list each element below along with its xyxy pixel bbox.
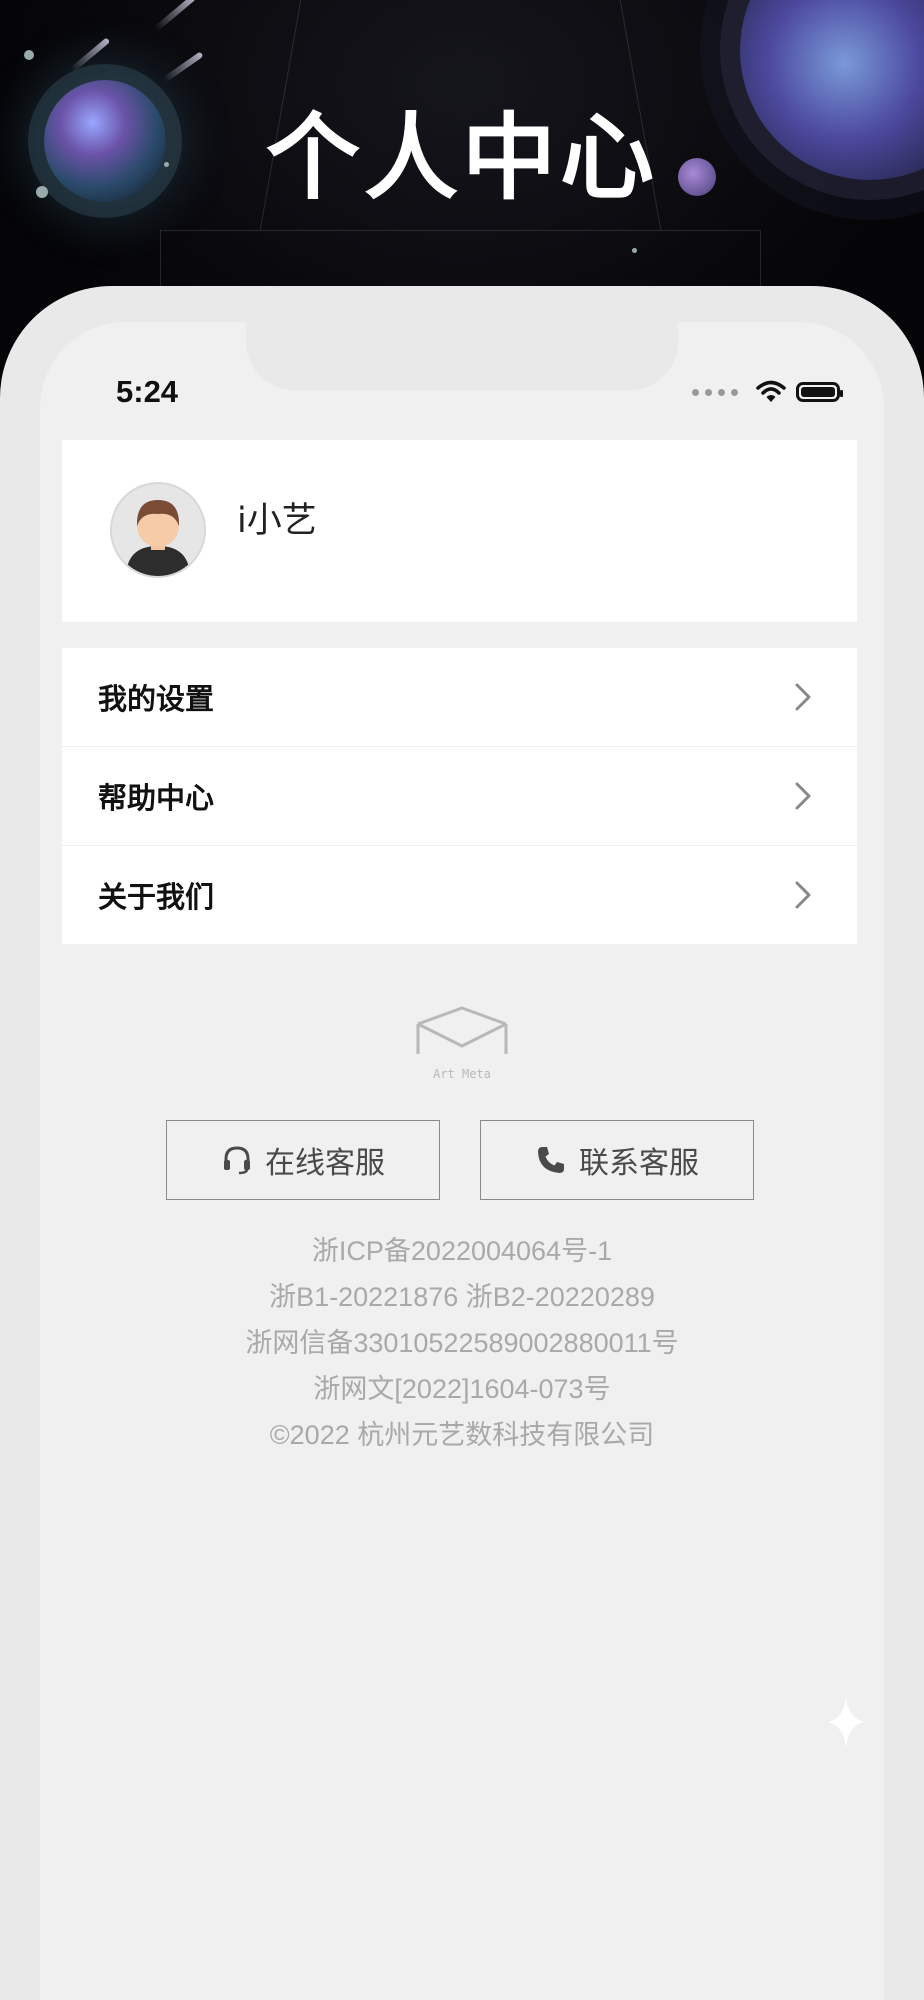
footer-copyright: ©2022 杭州元艺数科技有限公司 — [269, 1420, 655, 1450]
signal-dots-icon — [692, 388, 738, 396]
menu-list: 我的设置 帮助中心 关于我们 — [62, 648, 857, 944]
page-title: 个人中心 — [265, 104, 658, 213]
footer-network-filing: 浙网信备33010522589002880011号 — [245, 1328, 679, 1358]
phone-frame: 5:24 i小艺 我的设置 帮助中心 关于我们 Art Meta 在线客服 联系… — [0, 286, 924, 2000]
chevron-right-icon — [795, 881, 811, 909]
footer-info: 浙ICP备2022004064号-1 浙B1-20221876 浙B2-2022… — [40, 1228, 884, 1458]
menu-item-help-center[interactable]: 帮助中心 — [62, 747, 857, 846]
star — [24, 50, 34, 60]
status-icons — [692, 380, 843, 404]
wifi-icon — [756, 380, 786, 402]
contact-service-button[interactable]: 联系客服 — [480, 1120, 754, 1200]
menu-item-about-us[interactable]: 关于我们 — [62, 846, 857, 944]
sparkle-icon — [828, 1696, 864, 1748]
contact-service-label: 联系客服 — [579, 1146, 699, 1181]
phone-screen: 5:24 i小艺 我的设置 帮助中心 关于我们 Art Meta 在线客服 联系… — [40, 322, 884, 2000]
footer-icp: 浙ICP备2022004064号-1 — [311, 1236, 613, 1266]
art-meta-logo: Art Meta — [416, 1006, 508, 1081]
headset-icon — [224, 1146, 250, 1175]
battery-icon — [796, 382, 843, 402]
menu-item-label: 关于我们 — [98, 880, 215, 914]
footer-culture-license: 浙网文[2022]1604-073号 — [313, 1374, 611, 1404]
profile-card[interactable]: i小艺 — [62, 440, 857, 622]
username: i小艺 — [237, 501, 317, 541]
logo-text: Art Meta — [433, 1067, 491, 1081]
grid-line — [160, 230, 760, 231]
meteor — [69, 37, 111, 73]
meteor — [153, 0, 197, 32]
phone-notch — [246, 322, 678, 390]
footer-license: 浙B1-20221876 浙B2-20220289 — [269, 1282, 655, 1312]
phone-icon — [538, 1147, 564, 1173]
menu-item-label: 我的设置 — [98, 682, 215, 716]
menu-item-settings[interactable]: 我的设置 — [62, 648, 857, 747]
star — [632, 248, 637, 253]
avatar-image — [126, 500, 190, 576]
online-service-label: 在线客服 — [265, 1146, 385, 1181]
chevron-right-icon — [795, 782, 811, 810]
chevron-right-icon — [795, 683, 811, 711]
menu-item-label: 帮助中心 — [98, 781, 215, 815]
meteor — [162, 51, 204, 83]
status-time: 5:24 — [116, 374, 179, 409]
online-service-button[interactable]: 在线客服 — [166, 1120, 440, 1200]
avatar[interactable] — [110, 482, 206, 578]
